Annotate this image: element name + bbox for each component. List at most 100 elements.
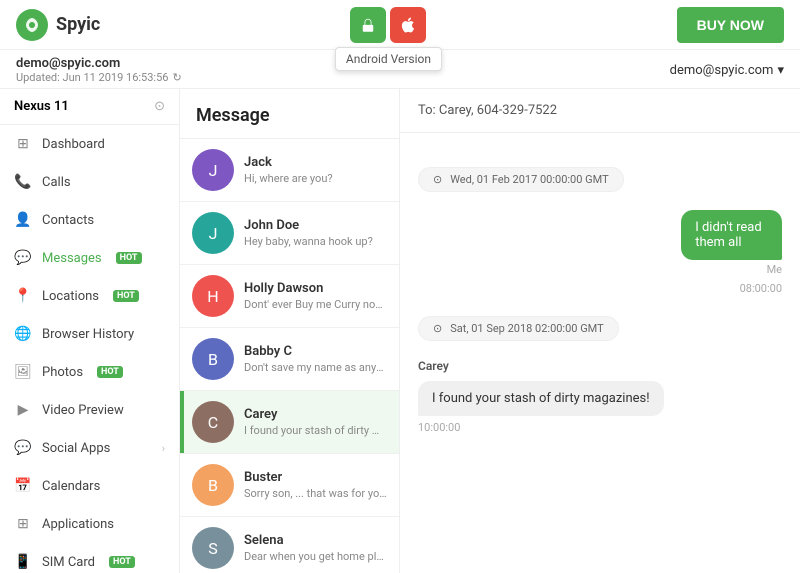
contact-info-jack: Jack Hi, where are you?	[244, 155, 387, 185]
messages-icon: 💬	[14, 249, 32, 267]
calendars-icon: 📅	[14, 477, 32, 495]
date-divider-1: ⊙ Wed, 01 Feb 2017 00:00:00 GMT	[418, 167, 624, 192]
contact-item-selena[interactable]: S Selena Dear when you get home please..…	[180, 517, 399, 573]
sidebar-item-sim-card[interactable]: 📱 SIM Card HOT	[0, 543, 179, 573]
sidebar-item-browser-history[interactable]: 🌐 Browser History	[0, 315, 179, 353]
sidebar-item-calendars[interactable]: 📅 Calendars	[0, 467, 179, 505]
user-info: demo@spyic.com Updated: Jun 11 2019 16:5…	[16, 56, 182, 84]
contact-preview-john-doe: Hey baby, wanna hook up?	[244, 235, 387, 248]
contact-item-holly-dawson[interactable]: H Holly Dawson Dont' ever Buy me Curry n…	[180, 265, 399, 328]
sidebar-item-left: 💬 Social Apps	[14, 439, 110, 457]
device-dropdown-icon[interactable]: ⊙	[154, 99, 165, 114]
sidebar: Nexus 11 ⊙ ⊞ Dashboard 📞 Calls 👤 Contact…	[0, 89, 180, 573]
avatar-jack: J	[192, 149, 234, 191]
sent-time: 08:00:00	[740, 282, 782, 295]
sidebar-item-left: ▶ Video Preview	[14, 401, 124, 419]
sidebar-item-left: 💬 Messages HOT	[14, 249, 142, 267]
app-header: Spyic Android Version BUY NOW	[0, 0, 800, 50]
avatar-selena: S	[192, 527, 234, 569]
sidebar-item-left: ⊞ Applications	[14, 515, 114, 533]
contact-name-babby-c: Babby C	[244, 344, 387, 359]
sent-bubble: I didn't read them all	[681, 210, 782, 260]
buy-now-button[interactable]: BUY NOW	[677, 7, 784, 43]
hot-badge: HOT	[109, 556, 135, 568]
sent-message-row: I didn't read them all	[418, 210, 782, 260]
sidebar-label-contacts: Contacts	[42, 213, 94, 228]
date-divider-2: ⊙ Sat, 01 Sep 2018 02:00:00 GMT	[418, 316, 619, 341]
hot-badge: HOT	[113, 290, 139, 302]
android-tab[interactable]	[350, 7, 386, 43]
device-row: Nexus 11 ⊙	[0, 89, 179, 125]
browser-history-icon: 🌐	[14, 325, 32, 343]
chevron-down-icon: ▾	[777, 63, 784, 78]
contact-name-john-doe: John Doe	[244, 218, 387, 233]
contact-preview-jack: Hi, where are you?	[244, 172, 387, 185]
contact-preview-buster: Sorry son, ... that was for your d...	[244, 487, 387, 500]
sidebar-label-messages: Messages	[42, 251, 102, 266]
apple-tab[interactable]	[390, 7, 426, 43]
contact-info-selena: Selena Dear when you get home please...	[244, 533, 387, 563]
sidebar-item-left: 📅 Calendars	[14, 477, 100, 495]
avatar-babby-c: B	[192, 338, 234, 380]
sidebar-item-photos[interactable]: 🖼 Photos HOT	[0, 353, 179, 391]
panel-title: Message	[180, 89, 399, 139]
contact-name-holly-dawson: Holly Dawson	[244, 281, 387, 296]
refresh-icon[interactable]: ↻	[172, 71, 181, 84]
sidebar-item-social-apps[interactable]: 💬 Social Apps ›	[0, 429, 179, 467]
app-name: Spyic	[56, 14, 100, 35]
contact-name-jack: Jack	[244, 155, 387, 170]
account-selector[interactable]: demo@spyic.com ▾	[670, 63, 784, 78]
contact-item-buster[interactable]: B Buster Sorry son, ... that was for you…	[180, 454, 399, 517]
chevron-right-icon: ›	[162, 442, 165, 455]
video-preview-icon: ▶	[14, 401, 32, 419]
avatar-john-doe: J	[192, 212, 234, 254]
sidebar-item-video-preview[interactable]: ▶ Video Preview	[0, 391, 179, 429]
received-time: 10:00:00	[418, 421, 460, 434]
contact-info-babby-c: Babby C Don't save my name as anything..…	[244, 344, 387, 374]
calls-icon: 📞	[14, 173, 32, 191]
sidebar-label-browser-history: Browser History	[42, 327, 134, 342]
contact-name-buster: Buster	[244, 470, 387, 485]
received-sender: Carey	[418, 359, 782, 373]
sidebar-label-locations: Locations	[42, 289, 99, 304]
chat-to-label: To: Carey, 604-329-7522	[418, 103, 557, 118]
sidebar-item-messages[interactable]: 💬 Messages HOT	[0, 239, 179, 277]
avatar-holly-dawson: H	[192, 275, 234, 317]
contact-item-john-doe[interactable]: J John Doe Hey baby, wanna hook up?	[180, 202, 399, 265]
contact-info-holly-dawson: Holly Dawson Dont' ever Buy me Curry noo…	[244, 281, 387, 311]
sent-meta: Me	[767, 263, 782, 276]
contact-info-buster: Buster Sorry son, ... that was for your …	[244, 470, 387, 500]
sidebar-label-calendars: Calendars	[42, 479, 100, 494]
contact-item-jack[interactable]: J Jack Hi, where are you?	[180, 139, 399, 202]
contact-name-carey: Carey	[244, 407, 387, 422]
locations-icon: 📍	[14, 287, 32, 305]
received-message-row: I found your stash of dirty magazines!	[418, 381, 782, 416]
logo: Spyic	[16, 9, 100, 41]
sidebar-item-locations[interactable]: 📍 Locations HOT	[0, 277, 179, 315]
contact-item-babby-c[interactable]: B Babby C Don't save my name as anything…	[180, 328, 399, 391]
contact-item-carey[interactable]: C Carey I found your stash of dirty maga…	[180, 391, 399, 454]
update-time: Updated: Jun 11 2019 16:53:56 ↻	[16, 71, 182, 84]
device-name: Nexus 11	[14, 99, 69, 114]
contact-preview-selena: Dear when you get home please...	[244, 550, 387, 563]
sidebar-item-dashboard[interactable]: ⊞ Dashboard	[0, 125, 179, 163]
sidebar-label-applications: Applications	[42, 517, 114, 532]
sidebar-item-left: 👤 Contacts	[14, 211, 94, 229]
contact-preview-carey: I found your stash of dirty maga...	[244, 424, 387, 437]
sidebar-item-applications[interactable]: ⊞ Applications	[0, 505, 179, 543]
sidebar-item-calls[interactable]: 📞 Calls	[0, 163, 179, 201]
sidebar-item-left: 📱 SIM Card HOT	[14, 553, 135, 571]
chat-header: To: Carey, 604-329-7522	[400, 89, 800, 133]
sidebar-label-social-apps: Social Apps	[42, 441, 110, 456]
message-list-panel: Message J Jack Hi, where are you? J John…	[180, 89, 400, 573]
chat-body: ⊙ Wed, 01 Feb 2017 00:00:00 GMT I didn't…	[400, 133, 800, 573]
contact-info-carey: Carey I found your stash of dirty maga..…	[244, 407, 387, 437]
sidebar-label-calls: Calls	[42, 175, 71, 190]
main-layout: Nexus 11 ⊙ ⊞ Dashboard 📞 Calls 👤 Contact…	[0, 89, 800, 573]
hot-badge: HOT	[116, 252, 142, 264]
sidebar-label-photos: Photos	[42, 365, 83, 380]
photos-icon: 🖼	[14, 363, 32, 381]
sidebar-item-left: 🌐 Browser History	[14, 325, 134, 343]
sidebar-item-contacts[interactable]: 👤 Contacts	[0, 201, 179, 239]
contact-preview-holly-dawson: Dont' ever Buy me Curry noodle...	[244, 298, 387, 311]
